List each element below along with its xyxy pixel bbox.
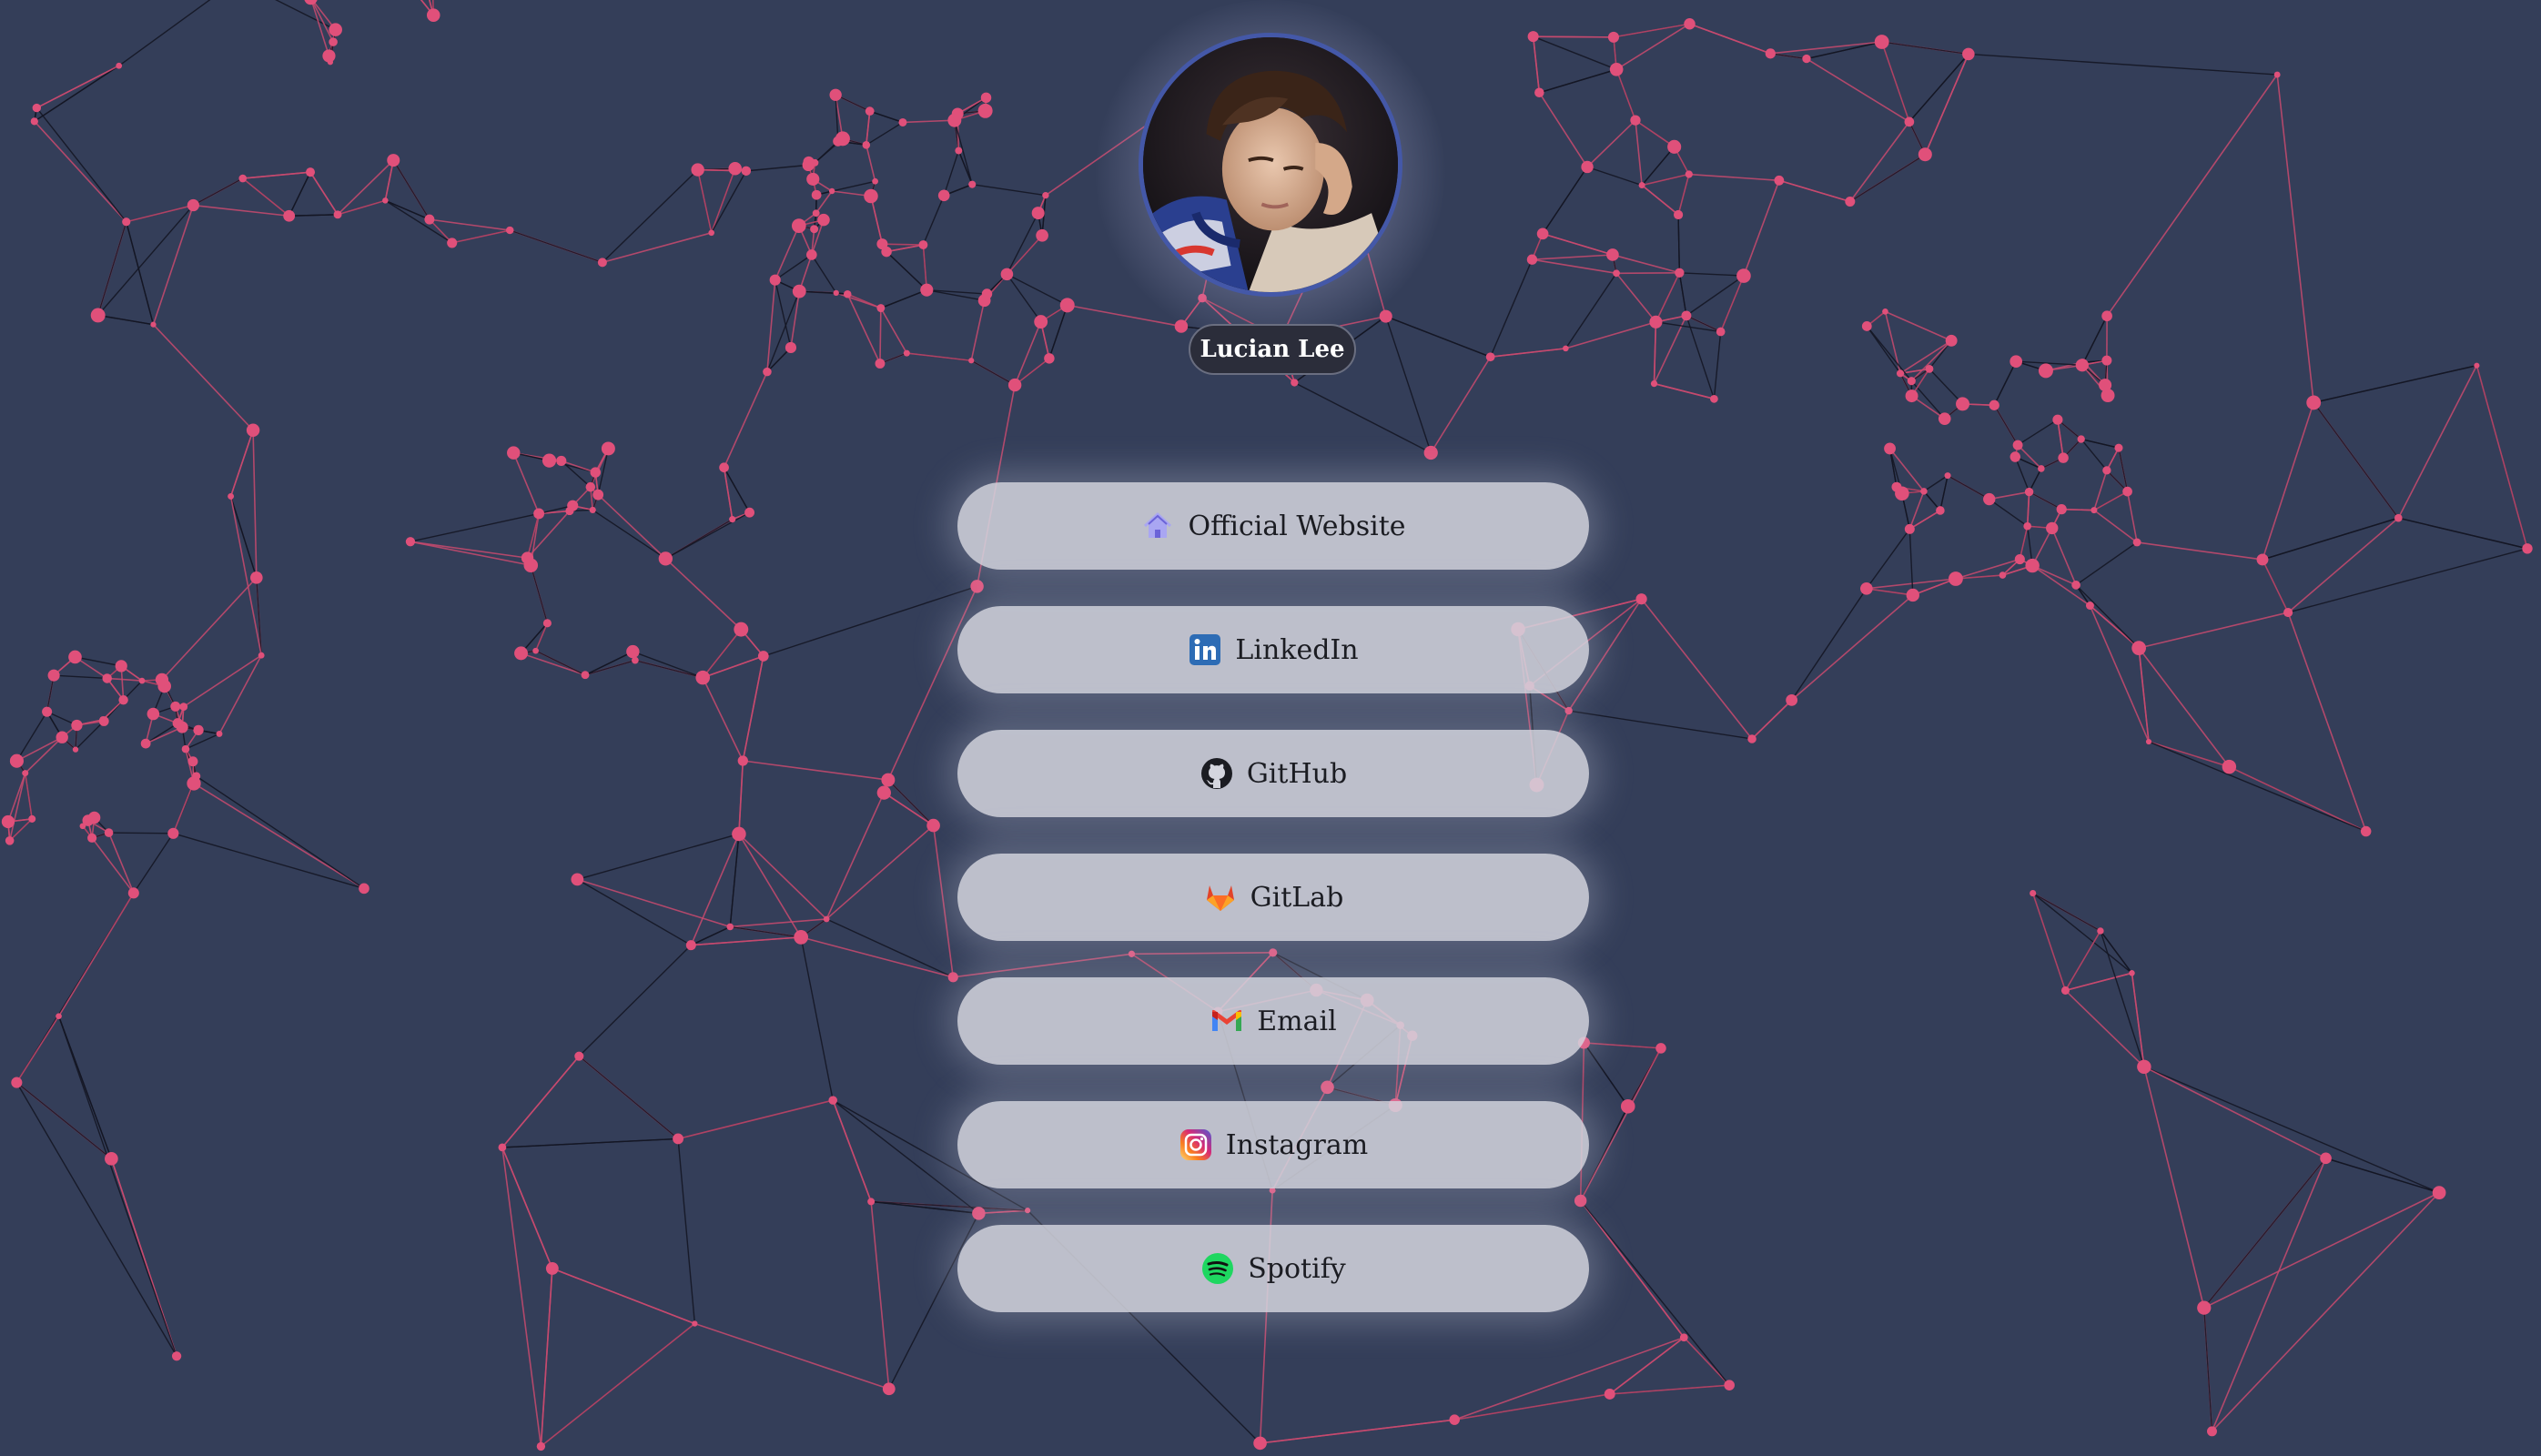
avatar xyxy=(1139,33,1402,297)
gitlab-icon xyxy=(1203,880,1238,915)
link-label: Spotify xyxy=(1248,1252,1346,1285)
spotify-button[interactable]: Spotify xyxy=(957,1225,1589,1312)
profile-name: Lucian Lee xyxy=(1189,324,1356,375)
linkedin-button[interactable]: LinkedIn xyxy=(957,606,1589,693)
github-icon xyxy=(1200,756,1234,791)
spotify-icon xyxy=(1200,1251,1235,1286)
official-website-button[interactable]: Official Website xyxy=(957,482,1589,570)
page-background: Lucian Lee Official Website LinkedIn Git… xyxy=(0,0,2541,1456)
link-label: Email xyxy=(1257,1005,1337,1037)
email-button[interactable]: Email xyxy=(957,977,1589,1065)
gmail-icon xyxy=(1210,1004,1244,1038)
linkedin-icon xyxy=(1188,632,1222,667)
link-label: GitHub xyxy=(1246,757,1348,790)
link-label: Official Website xyxy=(1188,510,1406,542)
instagram-icon xyxy=(1179,1127,1213,1162)
gitlab-button[interactable]: GitLab xyxy=(957,854,1589,941)
home-icon xyxy=(1140,509,1175,543)
link-label: Instagram xyxy=(1225,1128,1369,1161)
link-list: Official Website LinkedIn GitHub GitLab … xyxy=(957,482,1589,1349)
instagram-button[interactable]: Instagram xyxy=(957,1101,1589,1188)
link-label: LinkedIn xyxy=(1235,633,1359,666)
link-label: GitLab xyxy=(1250,881,1344,914)
profile-header: Lucian Lee xyxy=(0,0,2541,391)
github-button[interactable]: GitHub xyxy=(957,730,1589,817)
